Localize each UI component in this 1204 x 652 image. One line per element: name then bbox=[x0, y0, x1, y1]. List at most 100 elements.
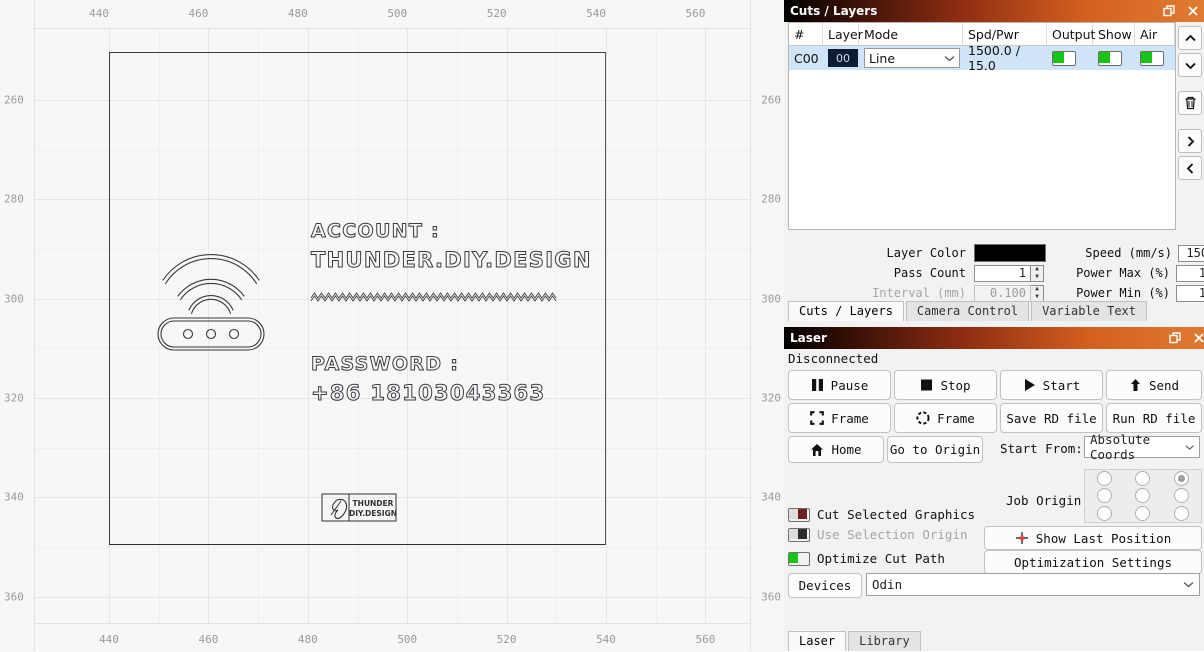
use-selection-origin-row: Use Selection Origin bbox=[788, 527, 968, 542]
pause-button[interactable]: Pause bbox=[788, 370, 891, 400]
job-origin-grid[interactable] bbox=[1084, 469, 1202, 523]
layer-side-buttons bbox=[1178, 26, 1202, 183]
send-icon bbox=[1130, 379, 1140, 391]
col-num: # bbox=[789, 23, 823, 45]
go-to-origin-label: Go to Origin bbox=[889, 442, 981, 457]
square-frame-button[interactable]: Frame bbox=[788, 403, 891, 433]
close-icon[interactable] bbox=[1186, 4, 1200, 18]
device-dropdown[interactable]: Odin bbox=[866, 573, 1200, 596]
round-frame-button[interactable]: Frame bbox=[894, 403, 997, 433]
ruler-tick-label: 360 bbox=[4, 590, 24, 603]
right-dock: Cuts / Layers # Layer Mode Spd/Pwr Outpu… bbox=[784, 0, 1204, 651]
power-max-field[interactable]: 15.00 bbox=[1176, 264, 1204, 282]
start-from-value: Absolute Coords bbox=[1090, 432, 1151, 462]
start-label: Start bbox=[1042, 377, 1081, 393]
delete-icon[interactable] bbox=[1178, 91, 1202, 115]
stop-button[interactable]: Stop bbox=[894, 370, 997, 400]
mode-value: Line bbox=[869, 50, 896, 66]
col-mode: Mode bbox=[859, 23, 963, 45]
pass-count-field[interactable]: 1 bbox=[974, 264, 1031, 282]
job-origin-radio-7[interactable] bbox=[1135, 505, 1151, 521]
air-toggle bbox=[1140, 50, 1164, 66]
move-down-icon[interactable] bbox=[1178, 53, 1202, 77]
col-spdpwr: Spd/Pwr bbox=[963, 23, 1047, 45]
undock-icon[interactable] bbox=[1168, 331, 1182, 345]
grid-line-horizontal bbox=[0, 596, 784, 598]
tab-laser[interactable]: Laser bbox=[788, 631, 847, 651]
move-up-icon[interactable] bbox=[1178, 26, 1202, 50]
job-origin-radio-1[interactable] bbox=[1135, 471, 1151, 487]
design-canvas[interactable]: ACCOUNT : THUNDER.DIY.DESIGN PASSWORD : … bbox=[0, 0, 785, 652]
optimize-cut-path-checkbox[interactable] bbox=[788, 551, 810, 566]
job-origin-radio-6[interactable] bbox=[1096, 505, 1112, 521]
ruler-tick-label: 480 bbox=[287, 7, 308, 20]
row-air-toggle[interactable] bbox=[1135, 46, 1175, 70]
save-rd-file-button[interactable]: Save RD file bbox=[1000, 403, 1103, 433]
ruler-tick-label: 440 bbox=[89, 7, 109, 20]
ruler-tick-label: 280 bbox=[761, 192, 781, 206]
row-layer-swatch[interactable]: 00 bbox=[823, 46, 859, 70]
row-output-toggle[interactable] bbox=[1047, 46, 1093, 70]
row-mode[interactable]: Line bbox=[859, 46, 963, 70]
job-origin-radio-5[interactable] bbox=[1174, 488, 1190, 504]
round-frame-label: Frame bbox=[937, 410, 975, 426]
job-origin-radio-4[interactable] bbox=[1135, 488, 1151, 504]
ruler-tick-label: 500 bbox=[397, 633, 418, 646]
move-left-icon[interactable] bbox=[1178, 156, 1202, 180]
close-icon[interactable] bbox=[1192, 331, 1204, 345]
home-label: Home bbox=[831, 442, 862, 457]
ruler-top: 440 460 480 500 520 540 560 bbox=[0, 0, 784, 29]
ruler-tick-label: 520 bbox=[486, 7, 507, 20]
ruler-tick-label: 320 bbox=[4, 391, 24, 405]
tab-variable-text[interactable]: Variable Text bbox=[1031, 301, 1147, 321]
play-icon bbox=[1024, 379, 1035, 391]
job-origin-radio-2[interactable] bbox=[1174, 471, 1190, 487]
layer-color-swatch-field[interactable] bbox=[974, 244, 1046, 262]
tab-cuts-layers[interactable]: Cuts / Layers bbox=[788, 301, 904, 321]
ruler-tick-label: 460 bbox=[198, 633, 219, 646]
tab-library[interactable]: Library bbox=[848, 631, 921, 651]
row-show-toggle[interactable] bbox=[1093, 46, 1135, 70]
use-selection-origin-label: Use Selection Origin bbox=[817, 527, 968, 542]
device-value: Odin bbox=[872, 577, 903, 592]
ruler-tick-label: 320 bbox=[761, 391, 781, 405]
ruler-tick-label: 520 bbox=[496, 633, 517, 646]
undock-icon[interactable] bbox=[1162, 4, 1176, 18]
start-from-label: Start From: bbox=[1000, 441, 1083, 456]
go-to-origin-button[interactable]: Go to Origin bbox=[887, 436, 983, 463]
optimize-cut-path-label: Optimize Cut Path bbox=[817, 551, 945, 566]
save-rd-file-label: Save RD file bbox=[1006, 410, 1097, 426]
job-origin-radio-0[interactable] bbox=[1096, 471, 1112, 487]
ruler-tick-label: 460 bbox=[188, 7, 209, 20]
cut-selected-graphics-checkbox[interactable] bbox=[788, 507, 810, 522]
devices-button[interactable]: Devices bbox=[788, 573, 862, 598]
optimization-settings-button[interactable]: Optimization Settings bbox=[984, 550, 1202, 574]
optimize-cut-path-row[interactable]: Optimize Cut Path bbox=[788, 551, 945, 566]
move-right-icon[interactable] bbox=[1178, 129, 1202, 153]
tab-camera-control[interactable]: Camera Control bbox=[905, 301, 1030, 321]
show-last-position-button[interactable]: Show Last Position bbox=[984, 526, 1202, 550]
grid-line-vertical bbox=[606, 0, 607, 651]
mode-dropdown[interactable]: Line bbox=[864, 48, 960, 68]
home-button[interactable]: Home bbox=[788, 436, 884, 463]
grid-line-horizontal-minor bbox=[0, 546, 784, 548]
layer-color-swatch[interactable]: 00 bbox=[828, 49, 858, 67]
pass-count-stepper[interactable]: ▲ ▼ bbox=[1031, 264, 1044, 282]
send-button[interactable]: Send bbox=[1106, 370, 1202, 400]
work-area-rectangle[interactable] bbox=[109, 52, 606, 545]
start-from-dropdown[interactable]: Absolute Coords bbox=[1084, 432, 1200, 462]
power-min-field[interactable]: 15.00 bbox=[1176, 284, 1204, 302]
laser-panel-titlebar: Laser bbox=[784, 327, 1204, 349]
speed-field[interactable]: 1500.00 bbox=[1178, 244, 1204, 262]
ruler-right: 260 280 300 320 340 360 bbox=[750, 0, 785, 651]
run-rd-file-button[interactable]: Run RD file bbox=[1106, 403, 1202, 433]
laser-panel-title: Laser bbox=[790, 331, 827, 345]
cut-selected-graphics-row[interactable]: Cut Selected Graphics bbox=[788, 507, 975, 522]
layer-table[interactable]: # Layer Mode Spd/Pwr Output Show Air C00… bbox=[788, 22, 1176, 230]
start-button[interactable]: Start bbox=[1000, 370, 1103, 400]
job-origin-radio-8[interactable] bbox=[1174, 505, 1190, 521]
interval-stepper: ▲ ▼ bbox=[1031, 284, 1044, 302]
job-origin-radio-3[interactable] bbox=[1096, 488, 1112, 504]
table-row[interactable]: C00 00 Line 1500.0 / 15.0 bbox=[789, 43, 1175, 73]
optimization-settings-label: Optimization Settings bbox=[1013, 554, 1173, 570]
